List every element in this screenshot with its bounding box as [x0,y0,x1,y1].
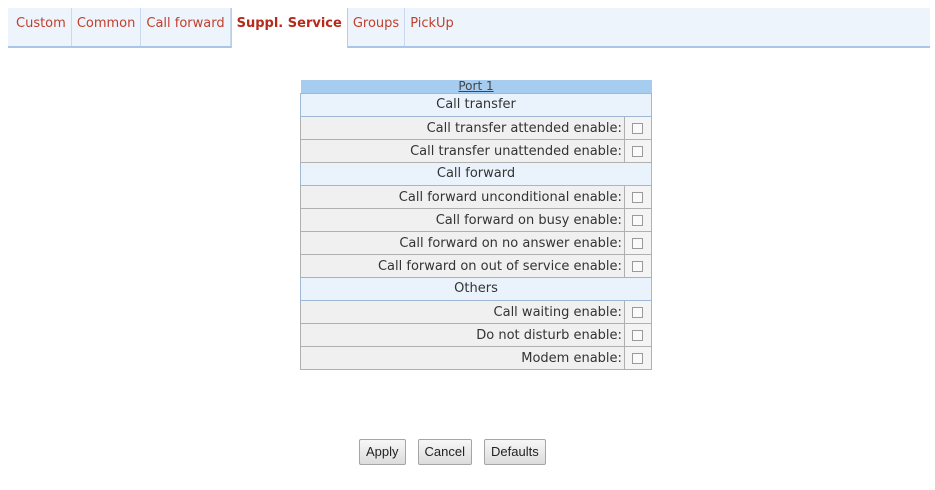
tab-suppl-service[interactable]: Suppl. Service [230,8,348,48]
setting-label: Call forward on busy enable: [300,208,625,232]
setting-label: Call forward on no answer enable: [300,231,625,255]
setting-row: Modem enable: [300,346,653,370]
setting-checkbox-cell [623,116,653,140]
setting-checkbox-cell [623,208,653,232]
tab-common[interactable]: Common [72,8,142,46]
tab-groups[interactable]: Groups [348,8,406,46]
cancel-button[interactable]: Cancel [417,439,472,465]
setting-checkbox-cell [623,139,653,163]
button-bar: Apply Cancel Defaults [359,439,558,465]
tab-bar: Custom Common Call forward Suppl. Servic… [8,8,930,48]
apply-button[interactable]: Apply [359,439,406,465]
section-header-others: Others [300,277,652,301]
call-waiting-checkbox[interactable] [632,306,644,318]
setting-row: Call forward on no answer enable: [300,231,653,255]
tab-list: Custom Common Call forward Suppl. Servic… [8,8,930,48]
setting-row: Call forward unconditional enable: [300,185,653,209]
setting-label: Call transfer attended enable: [300,116,625,140]
tab-pickup[interactable]: PickUp [405,8,459,46]
port-title: Port 1 [300,80,652,94]
setting-checkbox-cell [623,346,653,370]
section-title: Call forward [300,162,652,186]
call-forward-no-answer-checkbox[interactable] [632,237,644,249]
setting-row: Call forward on out of service enable: [300,254,653,278]
setting-checkbox-cell [623,323,653,347]
call-forward-out-of-service-checkbox[interactable] [632,260,644,272]
setting-checkbox-cell [623,231,653,255]
setting-label: Call forward unconditional enable: [300,185,625,209]
setting-label: Call waiting enable: [300,300,625,324]
setting-checkbox-cell [623,185,653,209]
modem-checkbox[interactable] [632,352,644,364]
do-not-disturb-checkbox[interactable] [632,329,644,341]
call-forward-busy-checkbox[interactable] [632,214,644,226]
section-title: Others [300,277,652,301]
setting-checkbox-cell [623,254,653,278]
setting-row: Call transfer attended enable: [300,116,653,140]
suppl-service-table: Port 1 Call transfer Call transfer atten… [300,80,653,370]
setting-label: Modem enable: [300,346,625,370]
section-title: Call transfer [300,93,652,117]
setting-label: Call transfer unattended enable: [300,139,625,163]
defaults-button[interactable]: Defaults [484,439,546,465]
tab-call-forward[interactable]: Call forward [141,8,231,46]
setting-row: Call transfer unattended enable: [300,139,653,163]
setting-label: Call forward on out of service enable: [300,254,625,278]
setting-row: Call forward on busy enable: [300,208,653,232]
tab-custom[interactable]: Custom [8,8,72,46]
setting-row: Call waiting enable: [300,300,653,324]
port-header: Port 1 [300,80,652,94]
setting-checkbox-cell [623,300,653,324]
setting-label: Do not disturb enable: [300,323,625,347]
call-transfer-unattended-checkbox[interactable] [632,145,644,157]
call-transfer-attended-checkbox[interactable] [632,122,644,134]
section-header-call-forward: Call forward [300,162,652,186]
call-forward-unconditional-checkbox[interactable] [632,191,644,203]
section-header-call-transfer: Call transfer [300,93,652,117]
setting-row: Do not disturb enable: [300,323,653,347]
